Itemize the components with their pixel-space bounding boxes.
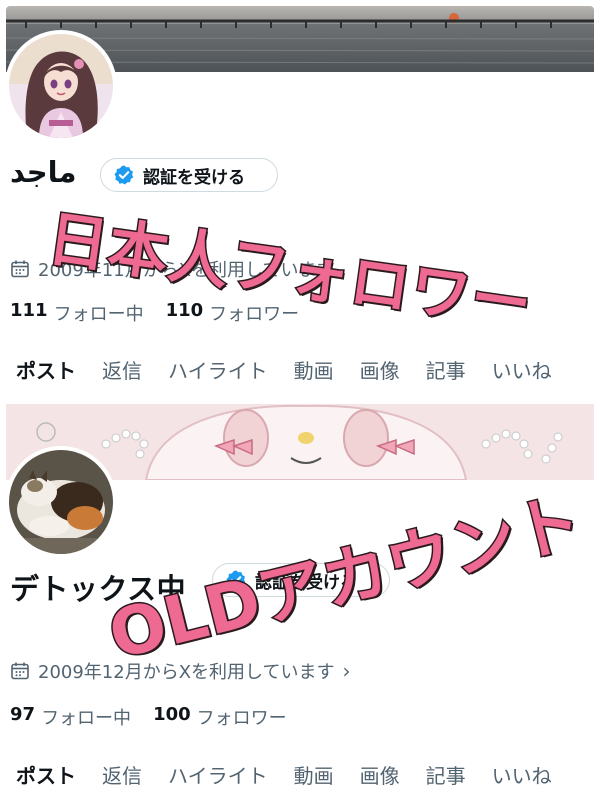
followers-count: 100	[153, 704, 191, 725]
follow-stats: 97 フォロー中 100 フォロワー	[10, 704, 309, 730]
profile-tabs: ポスト 返信 ハイライト 動画 画像 記事 いいね	[0, 355, 600, 384]
tab-posts[interactable]: ポスト	[0, 355, 89, 384]
following-label: フォロー中	[41, 708, 132, 729]
tab-articles[interactable]: 記事	[413, 355, 479, 384]
calendar-icon	[11, 260, 29, 278]
get-verified-label: 認証を受ける	[143, 167, 245, 188]
avatar[interactable]	[5, 446, 117, 558]
tab-highlights[interactable]: ハイライト	[155, 355, 281, 384]
tab-articles[interactable]: 記事	[413, 760, 479, 789]
followers-label: フォロワー	[196, 708, 287, 729]
tab-replies[interactable]: 返信	[89, 355, 155, 384]
tab-replies[interactable]: 返信	[89, 760, 155, 789]
tab-posts[interactable]: ポスト	[0, 760, 89, 789]
calendar-icon	[11, 662, 29, 680]
display-name: ماجد	[10, 155, 77, 189]
avatar-calico-cat-image	[9, 450, 113, 554]
avatar[interactable]	[5, 30, 117, 142]
tab-likes[interactable]: いいね	[479, 355, 565, 384]
chevron-right-icon: ›	[342, 659, 351, 683]
following-count: 111	[10, 300, 48, 321]
avatar-anime-girl-image	[9, 34, 113, 138]
tab-videos[interactable]: 動画	[281, 760, 347, 789]
tab-highlights[interactable]: ハイライト	[155, 760, 281, 789]
get-verified-button[interactable]: 認証を受ける	[100, 158, 278, 192]
tab-videos[interactable]: 動画	[281, 355, 347, 384]
following-label: フォロー中	[53, 304, 144, 325]
tab-likes[interactable]: いいね	[479, 760, 565, 789]
profile-tabs: ポスト 返信 ハイライト 動画 画像 記事 いいね	[0, 760, 600, 789]
following-count: 97	[10, 704, 36, 725]
following-link[interactable]: 97 フォロー中	[10, 704, 131, 730]
tab-media[interactable]: 画像	[347, 760, 413, 789]
verified-badge-icon	[114, 165, 134, 185]
followers-count: 110	[165, 300, 204, 321]
tab-media[interactable]: 画像	[347, 355, 413, 384]
following-link[interactable]: 111 フォロー中	[10, 300, 144, 326]
followers-link[interactable]: 100 フォロワー	[153, 704, 287, 730]
